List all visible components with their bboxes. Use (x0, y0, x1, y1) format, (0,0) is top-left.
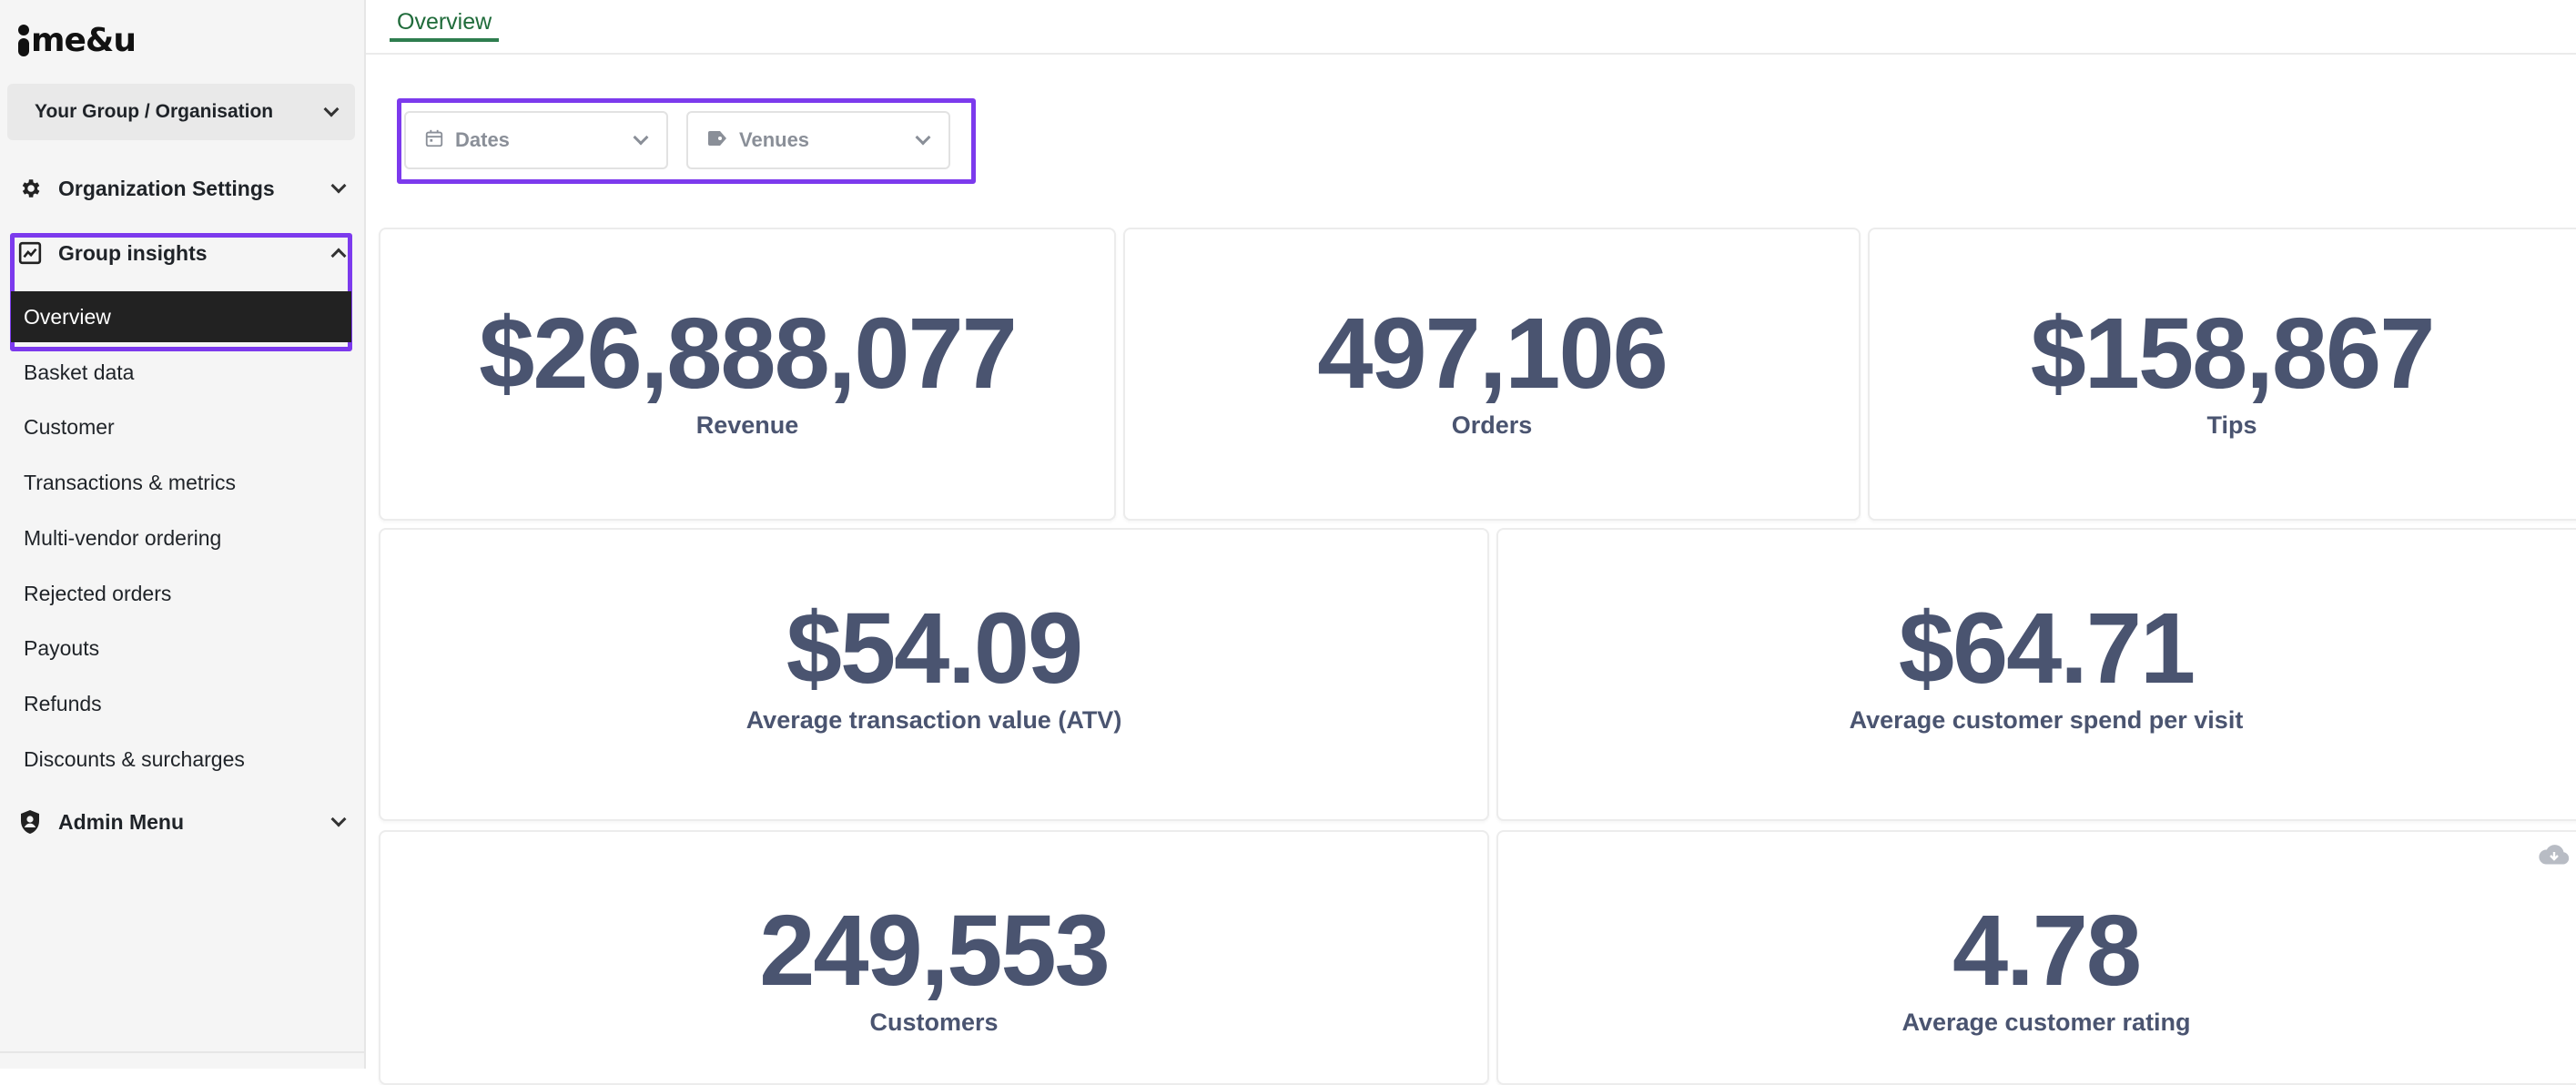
sidebar-item-overview[interactable]: Overview (11, 291, 351, 342)
metric-label: Average customer spend per visit (1849, 706, 2244, 734)
chevron-down-icon (633, 129, 649, 146)
sidebar-divider (0, 1051, 366, 1053)
venues-filter-label: Venues (739, 128, 810, 151)
metric-label: Orders (1451, 411, 1533, 439)
tab-bar: Overview (366, 0, 2576, 55)
chevron-down-icon (330, 177, 347, 194)
sidebar-item-customer[interactable]: Customer (24, 415, 115, 440)
calendar-icon (424, 128, 444, 153)
nav-section-label: Admin Menu (58, 809, 184, 834)
trending-chart-icon (16, 239, 44, 267)
shield-user-icon (16, 808, 44, 836)
metric-card-customers: 249,553 Customers (379, 830, 1489, 1085)
logo[interactable]: me&u (18, 22, 137, 59)
sidebar-item-refunds[interactable]: Refunds (24, 692, 102, 716)
metric-value: 4.78 (1952, 895, 2142, 1007)
dates-filter-label: Dates (455, 128, 510, 151)
metric-label: Average customer rating (1902, 1009, 2191, 1036)
metric-card-spend-per-visit: $64.71 Average customer spend per visit (1496, 528, 2576, 821)
metric-value: $64.71 (1898, 593, 2196, 705)
logo-text: me&u (31, 22, 137, 59)
sidebar-item-payouts[interactable]: Payouts (24, 636, 99, 661)
tab-overview[interactable]: Overview (390, 0, 500, 42)
metric-value: $158,867 (2030, 298, 2436, 410)
metric-value: 249,553 (759, 895, 1111, 1007)
nav-section-label: Group insights (58, 240, 208, 265)
chevron-down-icon (330, 811, 347, 827)
metric-card-atv: $54.09 Average transaction value (ATV) (379, 528, 1489, 821)
sidebar: me&u Your Group / Organisation Organizat… (0, 0, 366, 1069)
metric-card-rating: 4.78 Average customer rating (1496, 830, 2576, 1085)
metric-label: Average transaction value (ATV) (745, 706, 1122, 734)
metric-value: 497,106 (1317, 298, 1668, 410)
organisation-selector[interactable]: Your Group / Organisation (7, 84, 355, 140)
nav-section-group-insights[interactable]: Group insights (16, 233, 347, 273)
sidebar-item-transactions-metrics[interactable]: Transactions & metrics (24, 471, 236, 495)
metric-value: $26,888,077 (479, 298, 1018, 410)
metric-card-tips: $158,867 Tips (1868, 228, 2576, 521)
tag-icon (706, 130, 728, 151)
main-content: Overview Dates Venues $26,888,077 Revenu… (366, 0, 2576, 1085)
chevron-up-icon (330, 248, 347, 264)
chevron-down-icon (915, 129, 931, 146)
sidebar-item-multi-vendor-ordering[interactable]: Multi-vendor ordering (24, 526, 221, 551)
chevron-down-icon (323, 101, 340, 117)
organisation-selector-label: Your Group / Organisation (35, 101, 274, 122)
gear-icon (16, 175, 44, 202)
metric-label: Customers (869, 1009, 999, 1036)
sidebar-item-basket-data[interactable]: Basket data (24, 360, 134, 385)
venues-filter[interactable]: Venues (686, 111, 950, 169)
sidebar-item-discounts-surcharges[interactable]: Discounts & surcharges (24, 747, 245, 772)
nav-section-label: Organization Settings (58, 176, 275, 200)
metric-label: Revenue (695, 411, 799, 439)
nav-section-organization-settings[interactable]: Organization Settings (16, 168, 347, 208)
sidebar-item-rejected-orders[interactable]: Rejected orders (24, 582, 171, 606)
metric-card-revenue: $26,888,077 Revenue (379, 228, 1116, 521)
metric-card-orders: 497,106 Orders (1123, 228, 1861, 521)
metric-label: Tips (2206, 411, 2257, 439)
logo-icon (18, 25, 29, 56)
dates-filter[interactable]: Dates (404, 111, 668, 169)
metric-value: $54.09 (786, 593, 1083, 705)
cloud-download-icon[interactable] (2538, 843, 2571, 871)
nav-section-admin-menu[interactable]: Admin Menu (16, 802, 347, 842)
